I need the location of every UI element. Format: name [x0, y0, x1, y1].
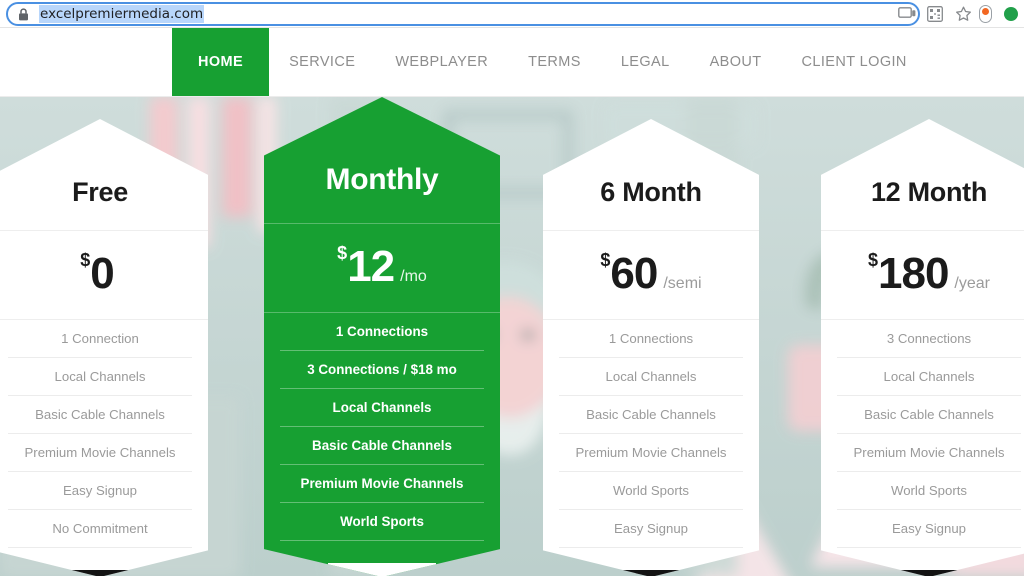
- currency-symbol: $: [600, 250, 611, 270]
- cta-container: Sign Up: [264, 541, 500, 576]
- plan-title: 6 Month: [600, 177, 702, 207]
- price-amount: 12: [347, 242, 395, 291]
- price-period: /mo: [400, 268, 427, 285]
- feature-item: 1 Connections: [280, 313, 484, 351]
- nav-label: ABOUT: [709, 54, 762, 70]
- nav-item-legal[interactable]: LEGAL: [601, 28, 690, 96]
- qr-code-icon[interactable]: [927, 6, 943, 22]
- feature-item: World Sports: [559, 472, 743, 510]
- nav-label: WEBPLAYER: [395, 54, 489, 70]
- feature-item: Easy Signup: [559, 510, 743, 548]
- pricing-card-6-month: 6 Month $60/semi 1 Connections Local Cha…: [543, 119, 759, 576]
- feature-item: 3 Connections / $18 mo: [280, 351, 484, 389]
- profile-avatar-icon[interactable]: [1004, 7, 1018, 21]
- feature-item: Local Channels: [559, 358, 743, 396]
- plan-title: 12 Month: [870, 177, 988, 207]
- feature-item: Local Channels: [8, 358, 192, 396]
- price-period: /year: [954, 275, 990, 292]
- nav-item-client-login[interactable]: CLIENT LOGIN: [782, 28, 927, 96]
- site-navigation: HOME SERVICE WEBPLAYER TERMS LEGAL ABOUT…: [0, 28, 1024, 97]
- plan-title: Free: [72, 177, 128, 207]
- price-period: /semi: [663, 275, 702, 292]
- feature-item: Easy Signup: [837, 510, 1021, 548]
- feature-item: Basic Cable Channels: [559, 396, 743, 434]
- page-viewport: HOME SERVICE WEBPLAYER TERMS LEGAL ABOUT…: [0, 28, 1024, 576]
- extension-icon[interactable]: [979, 5, 992, 23]
- plan-price: $60/semi: [543, 231, 759, 319]
- address-bar[interactable]: excelpremiermedia.com: [6, 2, 920, 26]
- feature-item: Basic Cable Channels: [837, 396, 1021, 434]
- url-text[interactable]: excelpremiermedia.com: [39, 5, 205, 23]
- cast-icon[interactable]: [898, 7, 916, 21]
- nav-label: LEGAL: [620, 54, 670, 70]
- browser-toolbar: excelpremiermedia.com: [0, 0, 1024, 28]
- plan-price: $180/year: [821, 231, 1024, 319]
- feature-item: Premium Movie Channels: [559, 434, 743, 472]
- nav-label: CLIENT LOGIN: [801, 54, 907, 70]
- feature-item: 1 Connections: [559, 320, 743, 358]
- sign-up-button[interactable]: Sign Up: [878, 570, 980, 576]
- currency-symbol: $: [867, 250, 878, 270]
- plan-title: Monthly: [325, 163, 439, 196]
- nav-item-about[interactable]: ABOUT: [690, 28, 782, 96]
- nav-item-service[interactable]: SERVICE: [269, 28, 375, 96]
- feature-item: Basic Cable Channels: [8, 396, 192, 434]
- price-amount: 0: [90, 249, 115, 298]
- sign-up-button[interactable]: Sign Up: [600, 570, 702, 576]
- nav-item-webplayer[interactable]: WEBPLAYER: [375, 28, 508, 96]
- feature-item: No Commitment: [8, 510, 192, 548]
- nav-label: TERMS: [528, 54, 581, 70]
- cta-container: Sign Up: [0, 548, 208, 576]
- plan-price: $0: [0, 231, 208, 319]
- feature-item: Basic Cable Channels: [280, 427, 484, 465]
- nav-label: SERVICE: [289, 54, 356, 70]
- currency-symbol: $: [337, 243, 348, 263]
- feature-item: World Sports: [280, 503, 484, 541]
- feature-list: 3 Connections Local Channels Basic Cable…: [821, 320, 1024, 548]
- lock-icon[interactable]: [18, 7, 29, 21]
- star-bookmark-icon[interactable]: [955, 6, 972, 22]
- feature-item: Local Channels: [837, 358, 1021, 396]
- pricing-card-12-month: 12 Month $180/year 3 Connections Local C…: [821, 119, 1024, 576]
- cta-container: Sign Up: [543, 548, 759, 576]
- nav-item-terms[interactable]: TERMS: [508, 28, 601, 96]
- pricing-card-free: Free $0 1 Connection Local Channels Basi…: [0, 119, 208, 576]
- nav-label: HOME: [198, 54, 244, 70]
- feature-item: Easy Signup: [8, 472, 192, 510]
- feature-list: 1 Connection Local Channels Basic Cable …: [0, 320, 208, 548]
- price-amount: 180: [878, 249, 949, 298]
- feature-item: Premium Movie Channels: [837, 434, 1021, 472]
- pricing-card-monthly: Monthly $12/mo 1 Connections 3 Connectio…: [264, 97, 500, 576]
- sign-up-button[interactable]: Sign Up: [49, 570, 151, 576]
- plan-price: $12/mo: [264, 224, 500, 312]
- feature-list: 1 Connections Local Channels Basic Cable…: [543, 320, 759, 548]
- feature-item: 3 Connections: [837, 320, 1021, 358]
- sign-up-button[interactable]: Sign Up: [327, 563, 437, 576]
- price-amount: 60: [610, 249, 658, 298]
- feature-item: Local Channels: [280, 389, 484, 427]
- feature-item: Premium Movie Channels: [8, 434, 192, 472]
- feature-list: 1 Connections 3 Connections / $18 mo Loc…: [264, 313, 500, 541]
- feature-item: World Sports: [837, 472, 1021, 510]
- feature-item: 1 Connection: [8, 320, 192, 358]
- pricing-cards: Free $0 1 Connection Local Channels Basi…: [0, 97, 1024, 576]
- feature-item: Premium Movie Channels: [280, 465, 484, 503]
- cta-container: Sign Up: [821, 548, 1024, 576]
- currency-symbol: $: [80, 250, 91, 270]
- nav-item-home[interactable]: HOME: [172, 28, 270, 96]
- hero-section: Free $0 1 Connection Local Channels Basi…: [0, 97, 1024, 576]
